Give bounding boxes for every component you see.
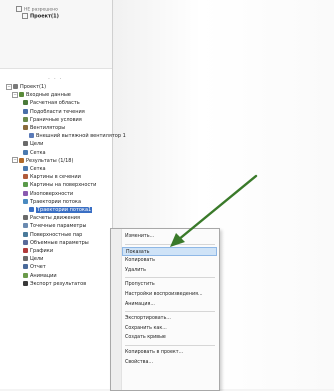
arrow-shaft: [176, 174, 258, 242]
annotation-arrow: [170, 174, 258, 247]
